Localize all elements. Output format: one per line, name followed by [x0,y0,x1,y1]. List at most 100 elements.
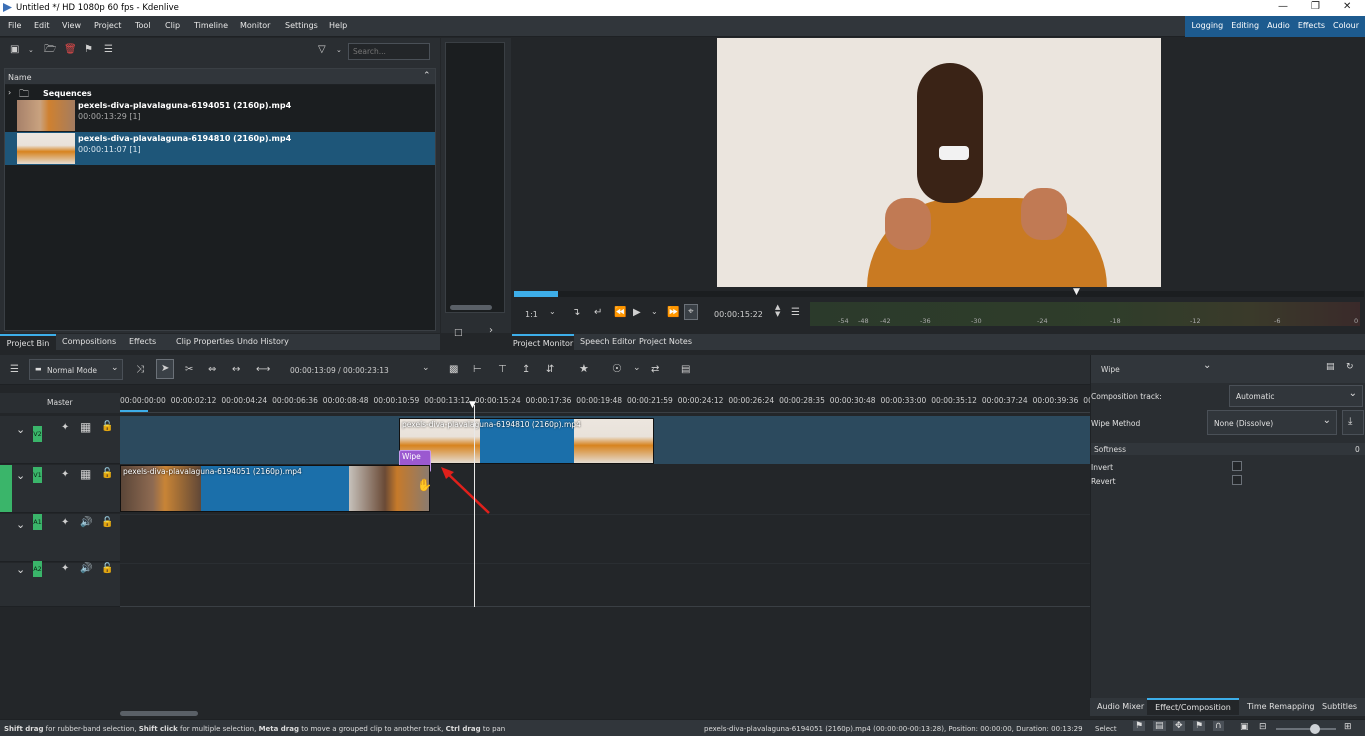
bin-clip-item[interactable]: pexels-diva-plavalaguna-6194051 (2160p).… [5,99,435,132]
title-chevron-down-icon[interactable]: ⌄ [1203,360,1211,371]
filter-chevron-down-icon[interactable]: ⌄ [336,44,342,56]
zoom-fit-icon[interactable]: ▣ [1240,722,1249,732]
expand-arrow-icon[interactable]: › [8,88,11,97]
monitor-ruler[interactable]: ▼ [514,287,1364,297]
edit-mode-select[interactable]: ▬ Normal Mode ⌄ [29,359,123,380]
bin-clip-item-selected[interactable]: pexels-diva-plavalaguna-6194810 (2160p).… [5,132,435,165]
timeline-playhead[interactable] [474,405,475,607]
tab-compositions[interactable]: Compositions [62,334,116,350]
reset-icon[interactable]: ↻ [1346,362,1354,372]
workspace-logging[interactable]: Logging [1187,21,1227,30]
name-column-header[interactable]: Name [8,73,32,82]
video-film-icon[interactable]: ▦ [80,421,91,433]
tab-subtitles[interactable]: Subtitles [1322,699,1357,715]
favorite-star-icon[interactable]: ★ [579,363,589,375]
mixer-icon[interactable]: ⇄ [651,364,659,376]
set-out-icon[interactable]: ↵ [594,307,602,319]
track-a2-area[interactable] [120,563,1090,607]
menu-edit[interactable]: Edit [34,21,50,30]
record-chevron-down-icon[interactable]: ⌄ [633,362,641,374]
delete-icon[interactable]: 🗑 [64,44,77,56]
collapse-chevron-icon[interactable]: ⌄ [16,563,25,576]
wipe-method-select[interactable]: None (Dissolve) ⌄ [1207,410,1337,435]
timecode-spin-icon[interactable]: ▲ ▼ [775,304,780,318]
effects-wand-icon[interactable]: ✦ [61,469,69,481]
clip-monitor-mode-icon[interactable]: □ [454,327,463,339]
tab-project-bin[interactable]: Project Bin [0,334,56,350]
split-audio-icon[interactable]: ✥ [1173,721,1185,731]
lift-icon[interactable]: ⊤ [498,364,507,376]
master-label[interactable]: Master [47,398,73,407]
bin-search-input[interactable] [348,43,430,60]
tab-time-remapping[interactable]: Time Remapping [1247,699,1314,715]
overlay-toggle-icon[interactable]: ⌖ [684,304,698,320]
extract-icon[interactable]: ↥ [522,364,530,376]
timeline-clip-v1[interactable]: pexels-diva-plavalaguna-6194051 (2160p).… [120,465,430,512]
zoom-slider[interactable] [1276,724,1336,734]
chevron-down-icon[interactable]: ⌄ [28,44,34,56]
menu-timeline[interactable]: Timeline [194,21,228,30]
tab-clip-properties[interactable]: Clip Properties [176,334,234,350]
lock-icon[interactable]: 🔓 [101,421,113,433]
zoom-in-icon[interactable]: ⊞ [1344,722,1352,732]
ripple-tool-icon[interactable]: ↔ [232,364,240,376]
play-icon[interactable]: ▶ [633,307,641,319]
workspace-colour[interactable]: Colour [1329,21,1363,30]
tag-icon[interactable]: ⚑ [84,44,93,56]
sequences-folder-label[interactable]: Sequences [43,89,92,98]
tab-project-monitor[interactable]: Project Monitor [512,334,574,350]
collapse-chevron-icon[interactable]: ⌄ [16,469,25,482]
timeline-ruler[interactable]: 00:00:00:00 00:00:02:12 00:00:04:24 00:00:0… [120,393,1090,413]
zoom-level[interactable]: 1:1 [525,309,538,321]
download-luma-button[interactable]: ⤓ [1342,410,1364,435]
speaker-icon[interactable]: 🔊 [80,563,92,575]
collapse-chevron-icon[interactable]: ⌄ [16,423,25,436]
playhead-handle-icon[interactable]: ▼ [469,400,476,410]
tag-icon[interactable]: ⚑ [1133,721,1146,731]
tab-audio-mixer[interactable]: Audio Mixer [1097,699,1144,715]
position-chevron-down-icon[interactable]: ⌄ [422,362,430,374]
folder-icon[interactable]: 🗁 [44,44,56,56]
zoom-chevron-down-icon[interactable]: ⌄ [549,306,556,318]
timeline-position[interactable]: 00:00:13:09 / 00:00:23:13 [290,366,389,375]
workspace-effects[interactable]: Effects [1294,21,1329,30]
workspace-audio[interactable]: Audio [1263,21,1294,30]
timeline-settings-icon[interactable]: ☰ [10,364,19,376]
effects-wand-icon[interactable]: ✦ [61,517,69,529]
monitor-menu-icon[interactable]: ☰ [791,307,800,319]
revert-checkbox[interactable] [1232,475,1242,485]
timeline-scrollbar[interactable] [120,711,198,716]
set-in-icon[interactable]: ↴ [572,307,580,319]
menu-clip[interactable]: Clip [165,21,180,30]
tab-speech-editor[interactable]: Speech Editor [580,334,636,350]
rewind-icon[interactable]: ⏪ [614,307,626,319]
composition-track-select[interactable]: Automatic ⌄ [1229,385,1363,407]
save-preset-icon[interactable]: ▤ [1326,362,1335,372]
monitor-timecode[interactable]: 00:00:15:22 [714,309,763,321]
forward-icon[interactable]: ⏩ [667,307,679,319]
menu-help[interactable]: Help [329,21,347,30]
close-icon[interactable]: ✕ [1343,1,1351,12]
menu-settings[interactable]: Settings [285,21,318,30]
tab-effect-composition-stack[interactable]: Effect/Composition St... [1147,698,1239,728]
record-icon[interactable]: ☉ [612,363,622,375]
lock-icon[interactable]: 🔓 [101,468,113,480]
preview-icon[interactable]: ▤ [681,364,690,376]
menu-project[interactable]: Project [94,21,121,30]
razor-tool-icon[interactable]: ✂ [185,364,193,376]
clip-monitor-scrollbar[interactable] [450,305,492,310]
menu-view[interactable]: View [62,21,81,30]
marker-flag-icon[interactable]: ⚑ [1193,721,1206,731]
spacer-tool-icon[interactable]: ⇔ [208,364,216,376]
filter-icon[interactable]: ▽ [318,44,326,56]
lock-icon[interactable]: 🔓 [101,563,113,575]
menu-file[interactable]: File [8,21,21,30]
play-options-chevron-icon[interactable]: ⌄ [651,306,658,318]
menu-icon[interactable]: ☰ [104,44,113,56]
insert-icon[interactable]: ▩ [449,364,458,376]
minimize-icon[interactable]: — [1278,1,1288,12]
menu-tool[interactable]: Tool [135,21,151,30]
collapse-chevron-icon[interactable]: ⌄ [16,518,25,531]
tab-undo-history[interactable]: Undo History [237,334,289,350]
speaker-icon[interactable]: 🔊 [80,517,92,529]
